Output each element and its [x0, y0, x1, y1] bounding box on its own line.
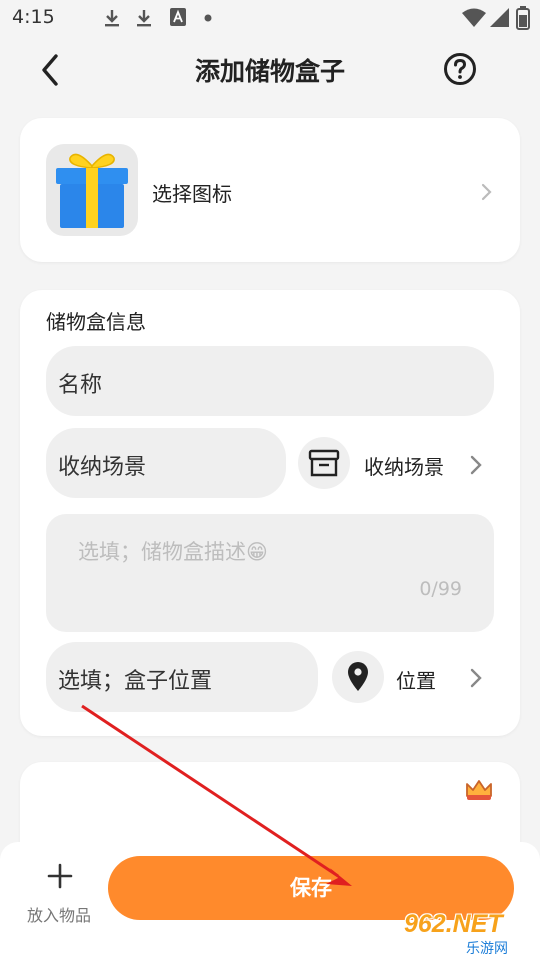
- font-icon: [170, 8, 186, 26]
- location-field[interactable]: 选填；盒子位置: [46, 642, 318, 712]
- crown-icon[interactable]: [464, 776, 494, 802]
- box-info-card: 储物盒信息 名称 收纳场景 收纳场景 选填；储物盒描述😁 0/99 选填；盒子位…: [20, 290, 520, 736]
- scene-field[interactable]: 收纳场景: [46, 428, 286, 498]
- character-count: 0/99: [419, 578, 462, 600]
- download-icon: [137, 10, 151, 27]
- location-icon-button[interactable]: [332, 651, 384, 703]
- description-placeholder: 选填；储物盒描述😁: [78, 540, 268, 564]
- chevron-right-icon: [470, 455, 482, 475]
- archive-box-icon: [308, 449, 340, 477]
- dot-icon: [204, 14, 212, 22]
- download-icon: [105, 10, 119, 27]
- description-field[interactable]: 选填；储物盒描述😁 0/99: [46, 514, 494, 632]
- chevron-right-icon: [470, 668, 482, 688]
- name-field[interactable]: 名称: [46, 346, 494, 416]
- scene-icon-button[interactable]: [298, 437, 350, 489]
- name-field-value: 名称: [58, 373, 103, 398]
- add-item-button[interactable]: 放入物品: [16, 862, 102, 942]
- gift-icon: [56, 153, 128, 228]
- watermark-sub: 乐游网: [466, 941, 508, 957]
- battery-icon: [516, 6, 530, 30]
- location-select-label[interactable]: 位置: [396, 665, 436, 694]
- section-title: 储物盒信息: [46, 310, 146, 334]
- app-bar: 添加储物盒子: [0, 36, 540, 104]
- location-pin-icon: [348, 662, 368, 691]
- wifi-icon: [462, 8, 486, 27]
- status-bar: 4:15: [0, 0, 540, 36]
- location-field-value: 选填；盒子位置: [58, 669, 213, 694]
- scene-select-label[interactable]: 收纳场景: [364, 451, 444, 480]
- watermark-logo: 962.NET 乐游网: [400, 910, 540, 960]
- choose-icon-label: 选择图标: [152, 182, 232, 206]
- icon-picker-card[interactable]: 选择图标: [20, 118, 520, 262]
- add-item-label: 放入物品: [26, 906, 91, 925]
- gift-icon-container: [46, 144, 138, 236]
- scene-field-value: 收纳场景: [58, 455, 147, 480]
- chevron-right-icon: [481, 183, 492, 201]
- status-time: 4:15: [12, 6, 55, 28]
- plus-icon: [47, 863, 73, 889]
- watermark-brand: 962.NET: [404, 910, 503, 938]
- help-icon[interactable]: [443, 52, 477, 86]
- signal-icon: [490, 8, 509, 27]
